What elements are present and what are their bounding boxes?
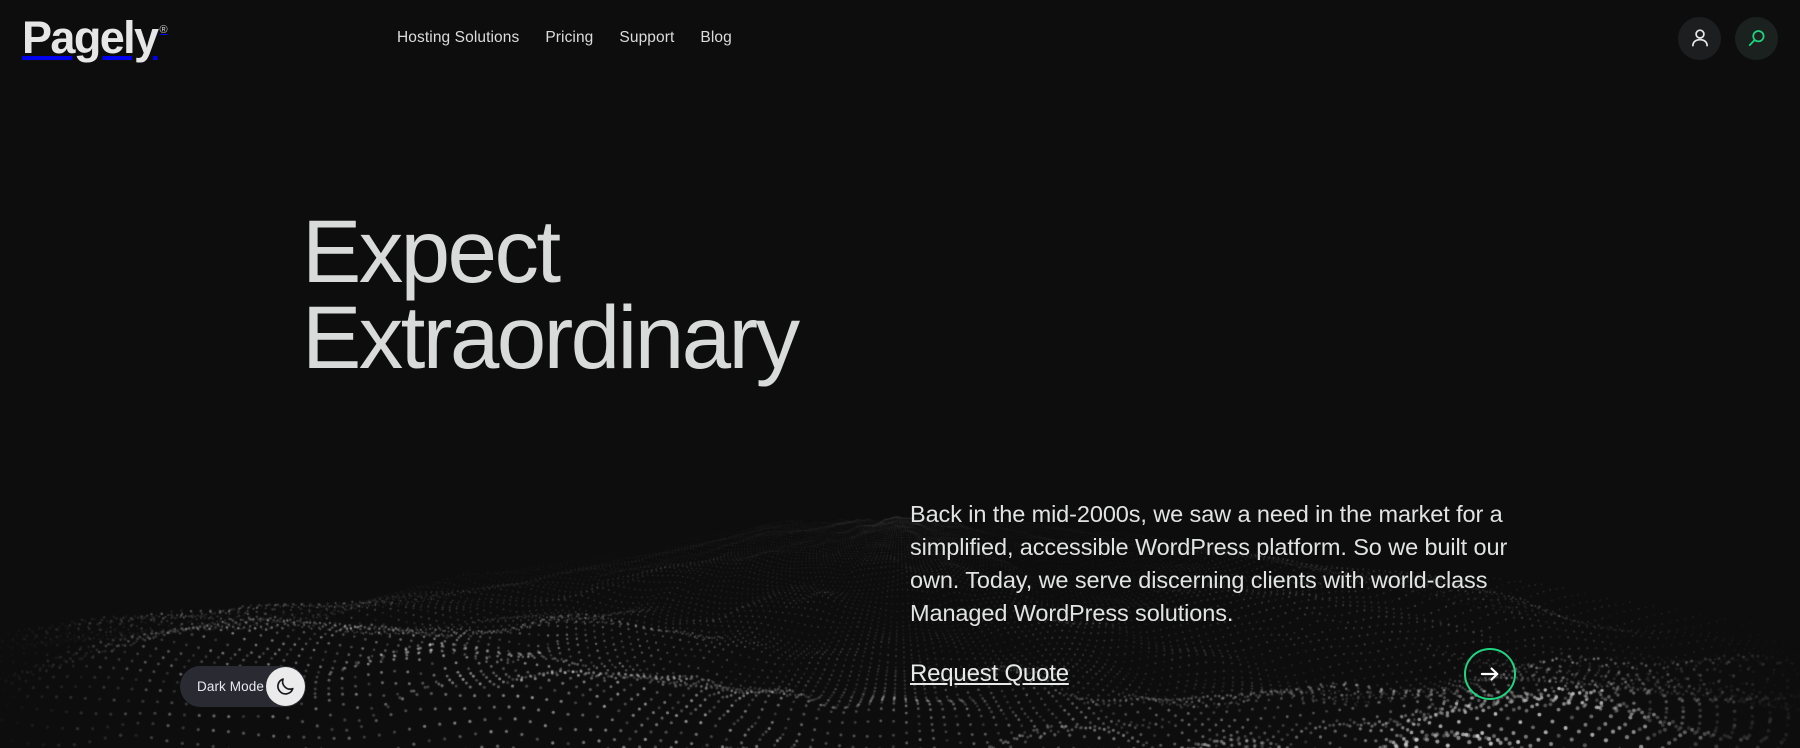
header-actions (1678, 0, 1778, 76)
hero-copy-block: Back in the mid-2000s, we saw a need in … (910, 498, 1510, 630)
arrow-right-icon (1480, 667, 1499, 681)
dark-mode-toggle-knob[interactable] (266, 667, 305, 706)
page-root: Pagely ® Hosting Solutions Pricing Suppo… (0, 0, 1800, 748)
nav-item-support[interactable]: Support (619, 29, 674, 47)
brand-wordmark: Pagely (22, 12, 159, 63)
hero-cta-row: Request Quote (910, 648, 1516, 700)
user-account-icon (1691, 29, 1708, 47)
site-header: Pagely ® Hosting Solutions Pricing Suppo… (0, 0, 1800, 76)
search-button[interactable] (1735, 16, 1778, 60)
crescent-moon-icon (277, 678, 294, 695)
nav-item-pricing[interactable]: Pricing (545, 29, 593, 47)
registered-trademark-icon: ® (159, 24, 168, 36)
hero-paragraph: Back in the mid-2000s, we saw a need in … (910, 501, 1508, 626)
request-quote-link[interactable]: Request Quote (910, 660, 1069, 688)
dark-mode-toggle[interactable]: Dark Mode (180, 666, 306, 707)
brand-logo[interactable]: Pagely ® (22, 12, 168, 63)
search-icon (1748, 29, 1765, 46)
nav-item-hosting-solutions[interactable]: Hosting Solutions (397, 29, 519, 47)
account-button[interactable] (1678, 16, 1721, 60)
dark-mode-label: Dark Mode (197, 679, 264, 694)
request-quote-arrow-button[interactable] (1464, 648, 1516, 700)
hero-heading: Expect Extraordinary (302, 201, 800, 388)
nav-item-blog[interactable]: Blog (700, 29, 731, 47)
particle-wave-background (0, 0, 1800, 748)
primary-navigation: Hosting Solutions Pricing Support Blog (397, 0, 732, 76)
